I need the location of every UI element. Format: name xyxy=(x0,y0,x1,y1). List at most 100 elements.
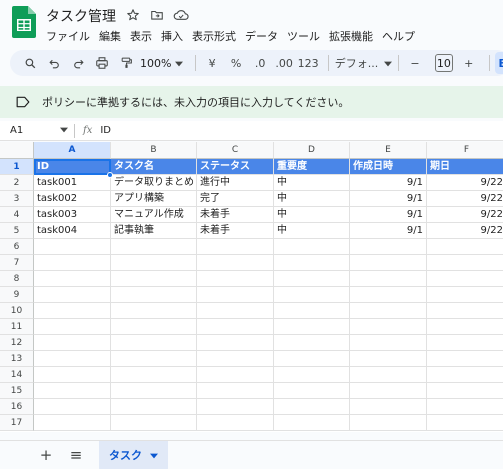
data-cell[interactable]: task004 xyxy=(34,223,111,239)
data-cell[interactable]: 中 xyxy=(274,175,350,191)
data-cell[interactable]: task003 xyxy=(34,207,111,223)
empty-cell[interactable] xyxy=(197,239,274,255)
empty-cell[interactable] xyxy=(111,303,197,319)
select-all-corner[interactable] xyxy=(0,142,34,159)
empty-cell[interactable] xyxy=(111,271,197,287)
number-format-button[interactable]: 123 xyxy=(298,52,319,74)
row-header-7[interactable]: 7 xyxy=(0,255,34,271)
document-title[interactable]: タスク管理 xyxy=(46,6,116,26)
empty-cell[interactable] xyxy=(197,383,274,399)
increase-decimal-button[interactable]: .00 xyxy=(274,52,294,74)
row-header-2[interactable]: 2 xyxy=(0,175,34,191)
menu-edit[interactable]: 編集 xyxy=(99,28,121,44)
formula-input[interactable]: ID xyxy=(100,125,111,136)
empty-cell[interactable] xyxy=(274,367,350,383)
empty-cell[interactable] xyxy=(111,239,197,255)
header-cell[interactable]: ID xyxy=(34,159,111,175)
all-sheets-button[interactable]: ≡ xyxy=(65,444,87,466)
paint-format-icon[interactable] xyxy=(116,52,136,74)
data-cell[interactable]: マニュアル作成 xyxy=(111,207,197,223)
empty-cell[interactable] xyxy=(274,287,350,303)
empty-cell[interactable] xyxy=(197,271,274,287)
header-cell[interactable]: 重要度 xyxy=(274,159,350,175)
column-header-e[interactable]: E xyxy=(350,142,427,159)
empty-cell[interactable] xyxy=(34,367,111,383)
data-cell[interactable]: 進行中 xyxy=(197,175,274,191)
cloud-status-icon[interactable] xyxy=(172,6,190,24)
empty-cell[interactable] xyxy=(197,255,274,271)
data-cell[interactable]: 中 xyxy=(274,207,350,223)
header-cell[interactable]: タスク名 xyxy=(111,159,197,175)
star-icon[interactable] xyxy=(124,6,142,24)
empty-cell[interactable] xyxy=(197,351,274,367)
bold-button[interactable]: B xyxy=(495,52,503,74)
empty-cell[interactable] xyxy=(274,303,350,319)
empty-cell[interactable] xyxy=(111,383,197,399)
data-cell[interactable]: アプリ構築 xyxy=(111,191,197,207)
row-header-14[interactable]: 14 xyxy=(0,367,34,383)
data-cell[interactable]: task001 xyxy=(34,175,111,191)
add-sheet-button[interactable]: + xyxy=(35,444,57,466)
empty-cell[interactable] xyxy=(111,287,197,303)
column-header-f[interactable]: F xyxy=(427,142,503,159)
empty-cell[interactable] xyxy=(350,399,427,415)
column-header-d[interactable]: D xyxy=(274,142,350,159)
empty-cell[interactable] xyxy=(34,303,111,319)
empty-cell[interactable] xyxy=(197,319,274,335)
empty-cell[interactable] xyxy=(197,367,274,383)
decrease-decimal-button[interactable]: .0 xyxy=(250,52,270,74)
data-cell[interactable]: 未着手 xyxy=(197,207,274,223)
menu-file[interactable]: ファイル xyxy=(46,28,90,44)
column-header-b[interactable]: B xyxy=(111,142,197,159)
print-icon[interactable] xyxy=(92,52,112,74)
empty-cell[interactable] xyxy=(350,335,427,351)
column-header-c[interactable]: C xyxy=(197,142,274,159)
empty-cell[interactable] xyxy=(197,303,274,319)
data-cell[interactable]: 9/22 xyxy=(427,207,503,223)
empty-cell[interactable] xyxy=(350,367,427,383)
empty-cell[interactable] xyxy=(350,287,427,303)
data-cell[interactable]: 9/22 xyxy=(427,175,503,191)
row-header-11[interactable]: 11 xyxy=(0,319,34,335)
fill-handle[interactable] xyxy=(107,172,113,178)
empty-cell[interactable] xyxy=(427,303,503,319)
empty-cell[interactable] xyxy=(350,319,427,335)
empty-cell[interactable] xyxy=(34,239,111,255)
data-cell[interactable]: 9/1 xyxy=(350,175,427,191)
header-cell[interactable]: ステータス xyxy=(197,159,274,175)
menu-extensions[interactable]: 拡張機能 xyxy=(329,28,373,44)
row-header-1[interactable]: 1 xyxy=(0,159,34,175)
empty-cell[interactable] xyxy=(274,399,350,415)
row-header-8[interactable]: 8 xyxy=(0,271,34,287)
move-folder-icon[interactable] xyxy=(148,6,166,24)
empty-cell[interactable] xyxy=(274,415,350,431)
search-icon[interactable] xyxy=(20,52,40,74)
empty-cell[interactable] xyxy=(34,383,111,399)
sheet-tab-task[interactable]: タスク xyxy=(99,440,168,469)
empty-cell[interactable] xyxy=(111,351,197,367)
empty-cell[interactable] xyxy=(274,383,350,399)
currency-format-button[interactable]: ¥ xyxy=(202,52,222,74)
data-cell[interactable]: 中 xyxy=(274,191,350,207)
menu-data[interactable]: データ xyxy=(245,28,278,44)
zoom-select[interactable]: 100% xyxy=(140,57,184,70)
menu-insert[interactable]: 挿入 xyxy=(161,28,183,44)
empty-cell[interactable] xyxy=(111,319,197,335)
row-header-5[interactable]: 5 xyxy=(0,223,34,239)
empty-cell[interactable] xyxy=(274,319,350,335)
empty-cell[interactable] xyxy=(34,255,111,271)
row-header-17[interactable]: 17 xyxy=(0,415,34,431)
font-size-decrease-button[interactable]: − xyxy=(405,52,425,74)
empty-cell[interactable] xyxy=(350,239,427,255)
empty-cell[interactable] xyxy=(427,287,503,303)
empty-cell[interactable] xyxy=(427,239,503,255)
empty-cell[interactable] xyxy=(34,399,111,415)
row-header-16[interactable]: 16 xyxy=(0,399,34,415)
empty-cell[interactable] xyxy=(427,399,503,415)
empty-cell[interactable] xyxy=(34,287,111,303)
empty-cell[interactable] xyxy=(274,255,350,271)
menu-help[interactable]: ヘルプ xyxy=(382,28,415,44)
name-box[interactable]: A1 xyxy=(0,125,74,136)
empty-cell[interactable] xyxy=(274,335,350,351)
empty-cell[interactable] xyxy=(111,255,197,271)
